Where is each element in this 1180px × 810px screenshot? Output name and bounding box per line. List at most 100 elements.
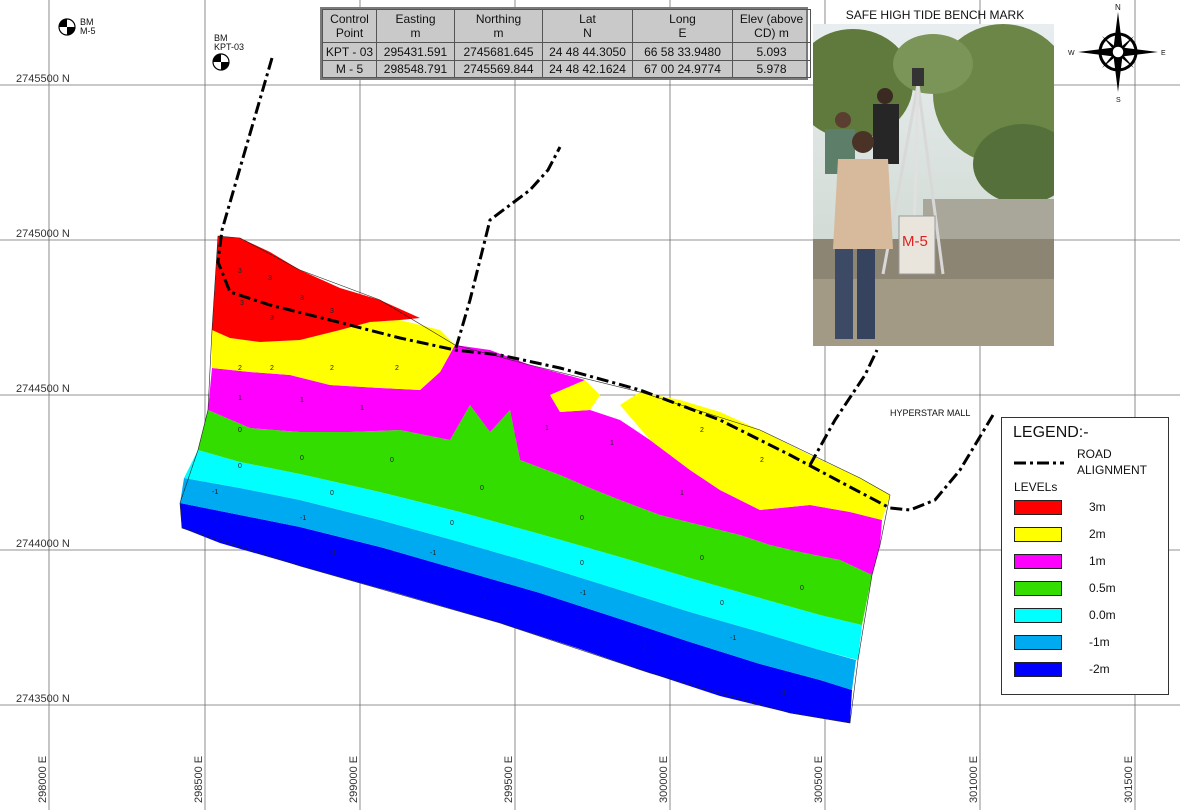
spot-level: 0 <box>390 457 394 464</box>
table-cell: 66 58 33.9480 <box>632 42 733 61</box>
person-head <box>835 112 851 128</box>
easting-label: 298000 E <box>37 756 49 803</box>
header-line: CD) m <box>754 26 789 41</box>
compass-rose: N S E W <box>1068 3 1166 104</box>
spot-level: 2 <box>330 365 334 372</box>
easting-label: 301500 E <box>1123 756 1135 803</box>
header-line: Elev (above <box>739 12 804 27</box>
easting-label: 300000 E <box>658 756 670 803</box>
legend: LEGEND:- ROAD ALIGNMENT LEVELs 3m 2m 1m … <box>1001 417 1169 695</box>
photo-title: SAFE HIGH TIDE BENCH MARK <box>845 8 1025 22</box>
spot-level: 3 <box>240 300 244 307</box>
spot-level: 1 <box>680 490 684 497</box>
spot-level: -2 <box>780 690 786 697</box>
table-header-row: Control Point Easting m Northing m Lat N Lon… <box>322 8 811 44</box>
table-cell: 2745681.645 <box>454 42 543 61</box>
benchmark-block-marker: M-5 <box>902 233 928 250</box>
table-row: KPT - 03 295431.591 2745681.645 24 48 44… <box>322 42 811 61</box>
person-body <box>873 104 899 164</box>
easting-label: 301000 E <box>968 756 980 803</box>
person-shirt <box>833 159 893 249</box>
tree-foliage <box>893 34 973 94</box>
survey-instrument <box>912 68 924 86</box>
spot-level: 2 <box>760 457 764 464</box>
northing-labels: 2745500 N 2745000 N 2744500 N 2744000 N … <box>16 73 70 705</box>
header-line: Lat <box>579 12 596 27</box>
compass-n: N <box>1115 3 1121 12</box>
legend-title: LEGEND:- <box>1013 424 1089 441</box>
spot-level: -1 <box>580 590 586 597</box>
compass-s: S <box>1116 97 1121 104</box>
person-head <box>852 131 874 153</box>
header-line: m <box>493 26 504 41</box>
legend-swatch <box>1014 500 1062 515</box>
spot-level: 0 <box>720 600 724 607</box>
spot-level: 1 <box>545 425 549 432</box>
place-label-hyperstar: HYPERSTAR MALL <box>890 408 970 418</box>
easting-label: 299000 E <box>348 756 360 803</box>
legend-item: 2m <box>1014 527 1164 543</box>
easting-labels: 298000 E 298500 E 299000 E 299500 E 3000… <box>37 756 1135 803</box>
northing-label: 2744500 N <box>16 383 70 395</box>
spot-level: -2 <box>330 550 336 557</box>
table-cell: 67 00 24.9774 <box>632 59 733 79</box>
northing-label: 2744000 N <box>16 538 70 550</box>
spot-level: -1 <box>430 550 436 557</box>
header-line: E <box>678 26 687 41</box>
easting-label: 298500 E <box>193 756 205 803</box>
compass-center <box>1111 45 1125 59</box>
person-legs <box>857 249 875 339</box>
table-row: M - 5 298548.791 2745569.844 24 48 42.16… <box>322 59 811 79</box>
spot-level: 0 <box>580 560 584 567</box>
table-header: Lat N <box>542 8 633 44</box>
spot-level: -1 <box>300 515 306 522</box>
spot-level: -2 <box>480 595 486 602</box>
legend-swatch <box>1014 581 1062 596</box>
spot-level: 3 <box>270 315 274 322</box>
header-line: Easting <box>395 12 436 27</box>
table-cell: 298548.791 <box>376 59 455 79</box>
legend-levels-label: LEVELs <box>1014 480 1058 494</box>
person-legs <box>835 249 853 339</box>
legend-item: 1m <box>1014 554 1164 570</box>
table-header: Easting m <box>376 8 455 44</box>
spot-level: 2 <box>270 365 274 372</box>
legend-item: 3m <box>1014 500 1164 516</box>
legend-label: -2m <box>1089 662 1110 676</box>
benchmark-m5: BM M-5 <box>58 17 96 36</box>
legend-label: -1m <box>1089 635 1110 649</box>
benchmark-m5-line2: M-5 <box>80 26 96 36</box>
table-header: Long E <box>632 8 733 44</box>
legend-item: 0.0m <box>1014 608 1164 624</box>
spot-level: -2 <box>640 645 646 652</box>
table-cell: KPT - 03 <box>322 42 377 61</box>
table-cell: 5.978 <box>732 59 811 79</box>
legend-swatch <box>1014 662 1062 677</box>
table-header: Northing m <box>454 8 543 44</box>
header-line: m <box>410 26 421 41</box>
spot-level: 0 <box>800 585 804 592</box>
legend-label: 0.5m <box>1089 581 1116 595</box>
legend-label: 0.0m <box>1089 608 1116 622</box>
spot-level: 2 <box>238 365 242 372</box>
spot-level: 1 <box>360 405 364 412</box>
legend-road-label-line: ALIGNMENT <box>1077 463 1148 477</box>
legend-label: 2m <box>1089 527 1106 541</box>
header-line: N <box>583 26 592 41</box>
table-cell: 295431.591 <box>376 42 455 61</box>
table-cell: 2745569.844 <box>454 59 543 79</box>
spot-level: 0 <box>480 485 484 492</box>
legend-label: 1m <box>1089 554 1106 568</box>
legend-item: -1m <box>1014 635 1164 651</box>
table-cell: 5.093 <box>732 42 811 61</box>
compass-e: E <box>1161 50 1166 57</box>
spot-level: 0 <box>238 463 242 470</box>
table-cell: M - 5 <box>322 59 377 79</box>
easting-label: 300500 E <box>813 756 825 803</box>
spot-level: -2 <box>212 517 218 524</box>
benchmark-kpt03-line2: KPT-03 <box>214 42 244 52</box>
spot-level: -1 <box>730 635 736 642</box>
benchmark-photo: M-5 <box>813 24 1054 346</box>
northing-label: 2745000 N <box>16 228 70 240</box>
header-line: Point <box>335 26 364 41</box>
